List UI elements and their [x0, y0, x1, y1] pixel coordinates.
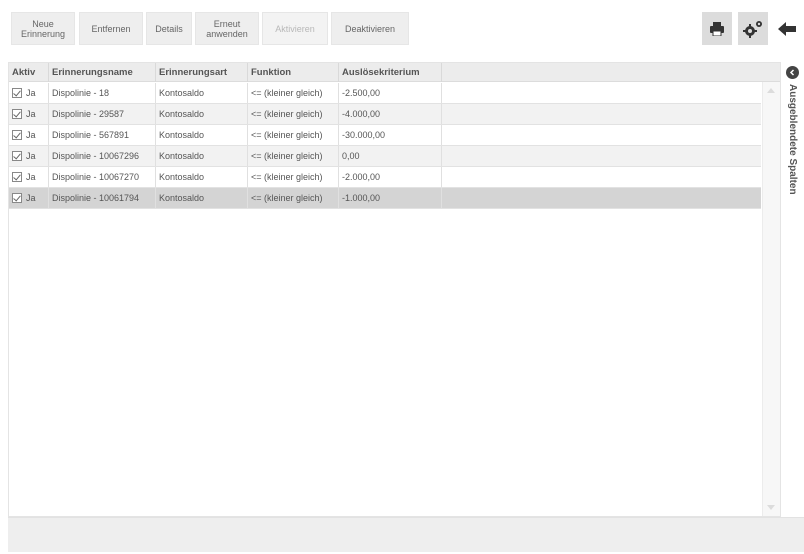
cell-aktiv: Ja	[9, 125, 49, 145]
cell-aktiv: Ja	[9, 167, 49, 187]
active-checkbox[interactable]	[12, 192, 22, 203]
activate-button[interactable]: Aktivieren	[262, 12, 328, 45]
status-footer	[8, 517, 804, 552]
cell-kriterium: 0,00	[339, 146, 442, 166]
cell-kriterium: -4.000,00	[339, 104, 442, 124]
print-button[interactable]	[702, 12, 732, 45]
hidden-columns-panel[interactable]: Ausgeblendete Spalten	[782, 62, 804, 517]
active-checkbox[interactable]	[12, 87, 22, 98]
printer-icon	[710, 21, 724, 36]
active-checkbox[interactable]	[12, 171, 22, 182]
cell-kriterium: -1.000,00	[339, 188, 442, 208]
scroll-down-icon[interactable]	[767, 505, 775, 510]
remove-button[interactable]: Entfernen	[79, 12, 143, 45]
cell-kriterium: -2.000,00	[339, 167, 442, 187]
table-row[interactable]: Ja Dispolinie - 567891 Kontosaldo <= (klein…	[9, 125, 761, 146]
table-row[interactable]: Ja Dispolinie - 10067270 Kontosaldo <= (kle…	[9, 167, 761, 188]
cell-funktion: <= (kleiner gleich)	[248, 167, 339, 187]
active-checkbox[interactable]	[12, 150, 22, 161]
active-checkbox[interactable]	[12, 108, 22, 119]
back-button[interactable]	[772, 12, 802, 45]
cell-name: Dispolinie - 10061794	[49, 188, 156, 208]
cell-name: Dispolinie - 18	[49, 83, 156, 103]
cell-name: Dispolinie - 10067270	[49, 167, 156, 187]
cell-aktiv: Ja	[9, 188, 49, 208]
cell-art: Kontosaldo	[156, 167, 248, 187]
cell-aktiv: Ja	[9, 83, 49, 103]
cell-kriterium: -30.000,00	[339, 125, 442, 145]
table-header: Aktiv Erinnerungsname Erinnerungsart Fun…	[9, 63, 780, 82]
column-header-name[interactable]: Erinnerungsname	[49, 63, 156, 82]
settings-gears-icon	[743, 20, 762, 38]
table-row[interactable]: Ja Dispolinie - 29587 Kontosaldo <= (kleine…	[9, 104, 761, 125]
collapse-chevron-icon[interactable]	[786, 66, 799, 79]
active-label: Ja	[26, 151, 36, 161]
cell-funktion: <= (kleiner gleich)	[248, 83, 339, 103]
active-label: Ja	[26, 109, 36, 119]
settings-button[interactable]	[738, 12, 768, 45]
cell-funktion: <= (kleiner gleich)	[248, 104, 339, 124]
cell-funktion: <= (kleiner gleich)	[248, 125, 339, 145]
table-row[interactable]: Ja Dispolinie - 10061794 Kontosaldo <= (kle…	[9, 188, 761, 209]
column-header-kriterium[interactable]: Auslösekriterium	[339, 63, 442, 82]
cell-aktiv: Ja	[9, 104, 49, 124]
hidden-columns-label: Ausgeblendete Spalten	[787, 84, 798, 195]
column-header-aktiv[interactable]: Aktiv	[9, 63, 49, 82]
table-row[interactable]: Ja Dispolinie - 10067296 Kontosaldo <= (kle…	[9, 146, 761, 167]
cell-name: Dispolinie - 10067296	[49, 146, 156, 166]
active-label: Ja	[26, 88, 36, 98]
cell-art: Kontosaldo	[156, 146, 248, 166]
cell-aktiv: Ja	[9, 146, 49, 166]
cell-name: Dispolinie - 567891	[49, 125, 156, 145]
deactivate-button[interactable]: Deaktivieren	[331, 12, 409, 45]
vertical-scrollbar[interactable]	[762, 82, 780, 516]
reapply-button[interactable]: Erneut anwenden	[195, 12, 259, 45]
cell-art: Kontosaldo	[156, 83, 248, 103]
cell-kriterium: -2.500,00	[339, 83, 442, 103]
back-arrow-icon	[778, 21, 796, 36]
cell-art: Kontosaldo	[156, 104, 248, 124]
active-checkbox[interactable]	[12, 129, 22, 140]
active-label: Ja	[26, 130, 36, 140]
cell-art: Kontosaldo	[156, 125, 248, 145]
active-label: Ja	[26, 172, 36, 182]
active-label: Ja	[26, 193, 36, 203]
cell-funktion: <= (kleiner gleich)	[248, 146, 339, 166]
cell-art: Kontosaldo	[156, 188, 248, 208]
column-header-funktion[interactable]: Funktion	[248, 63, 339, 82]
table-row[interactable]: Ja Dispolinie - 18 Kontosaldo <= (kleiner g…	[9, 83, 761, 104]
toolbar: Neue Erinnerung Entfernen Details Erneut…	[0, 0, 804, 58]
new-reminder-button[interactable]: Neue Erinnerung	[11, 12, 75, 45]
reminders-table: Aktiv Erinnerungsname Erinnerungsart Fun…	[8, 62, 781, 517]
cell-funktion: <= (kleiner gleich)	[248, 188, 339, 208]
cell-name: Dispolinie - 29587	[49, 104, 156, 124]
scroll-up-icon[interactable]	[767, 88, 775, 93]
details-button[interactable]: Details	[146, 12, 192, 45]
column-header-art[interactable]: Erinnerungsart	[156, 63, 248, 82]
